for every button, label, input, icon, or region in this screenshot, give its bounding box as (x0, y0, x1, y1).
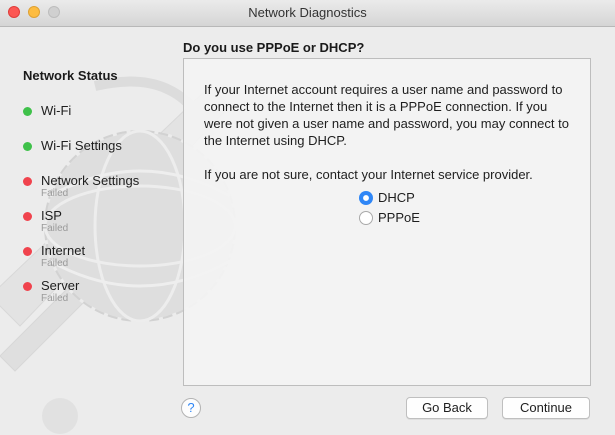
network-diagnostics-window: Network Diagnostics Network Status Wi-Fi… (0, 0, 615, 435)
status-item-sublabel: Failed (41, 223, 69, 234)
zoom-window-button[interactable] (48, 6, 60, 18)
status-item-sublabel: Failed (41, 188, 69, 199)
help-button[interactable]: ? (181, 398, 201, 418)
status-item-label: Internet (41, 243, 86, 258)
status-item-label: ISP (41, 208, 62, 223)
radio-button-selected[interactable] (359, 190, 373, 205)
content-panel: If your Internet account requires a user… (183, 58, 591, 386)
status-failed-indicator (23, 177, 32, 186)
sidebar-title: Network Status (23, 68, 118, 83)
status-failed-indicator (23, 247, 32, 256)
go-back-button[interactable]: Go Back (406, 397, 488, 419)
status-item-sublabel: Failed (41, 293, 69, 304)
radio-button-unselected[interactable] (359, 210, 373, 225)
hint-text: If you are not sure, contact your Intern… (204, 167, 533, 182)
page-heading: Do you use PPPoE or DHCP? (183, 40, 365, 55)
status-item-label: Server (41, 278, 80, 293)
window-title: Network Diagnostics (248, 5, 367, 20)
status-item-sublabel: Failed (41, 258, 69, 269)
status-item-label: Network Settings (41, 173, 140, 188)
minimize-window-button[interactable] (28, 6, 40, 18)
title-bar: Network Diagnostics (0, 0, 615, 27)
status-item-label: Wi-Fi (41, 103, 72, 118)
explanation-text: If your Internet account requires a user… (204, 82, 569, 148)
radio-label-pppoe[interactable]: PPPoE (378, 210, 420, 225)
status-ok-indicator (23, 107, 32, 116)
status-failed-indicator (23, 212, 32, 221)
window-controls (8, 6, 60, 18)
radio-label-dhcp[interactable]: DHCP (378, 190, 415, 205)
status-ok-indicator (23, 142, 32, 151)
status-item-label: Wi-Fi Settings (41, 138, 122, 153)
radio-option-pppoe[interactable]: PPPoE (359, 210, 420, 225)
radio-option-dhcp[interactable]: DHCP (359, 190, 415, 205)
close-window-button[interactable] (8, 6, 20, 18)
status-failed-indicator (23, 282, 32, 291)
sidebar (0, 26, 175, 435)
continue-button[interactable]: Continue (502, 397, 590, 419)
